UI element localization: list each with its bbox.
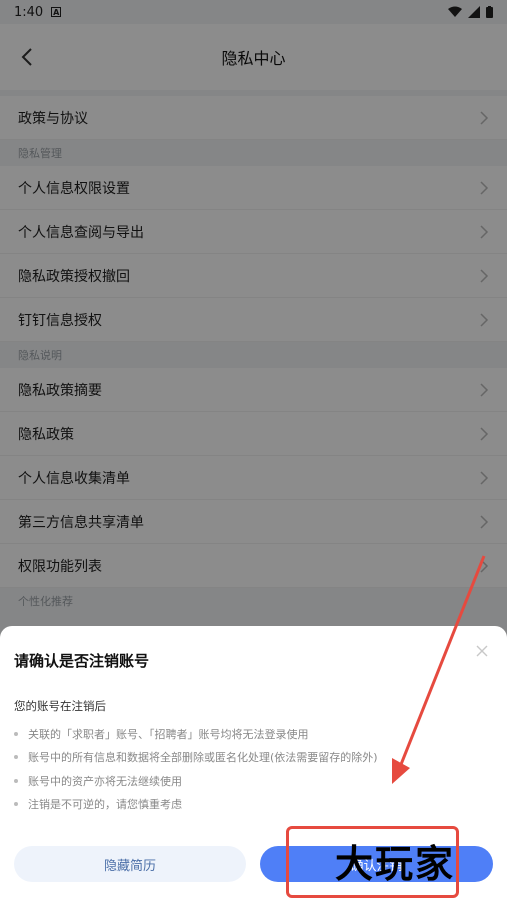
arrow-annotation — [392, 555, 486, 784]
watermark: 大玩家 — [335, 842, 456, 886]
